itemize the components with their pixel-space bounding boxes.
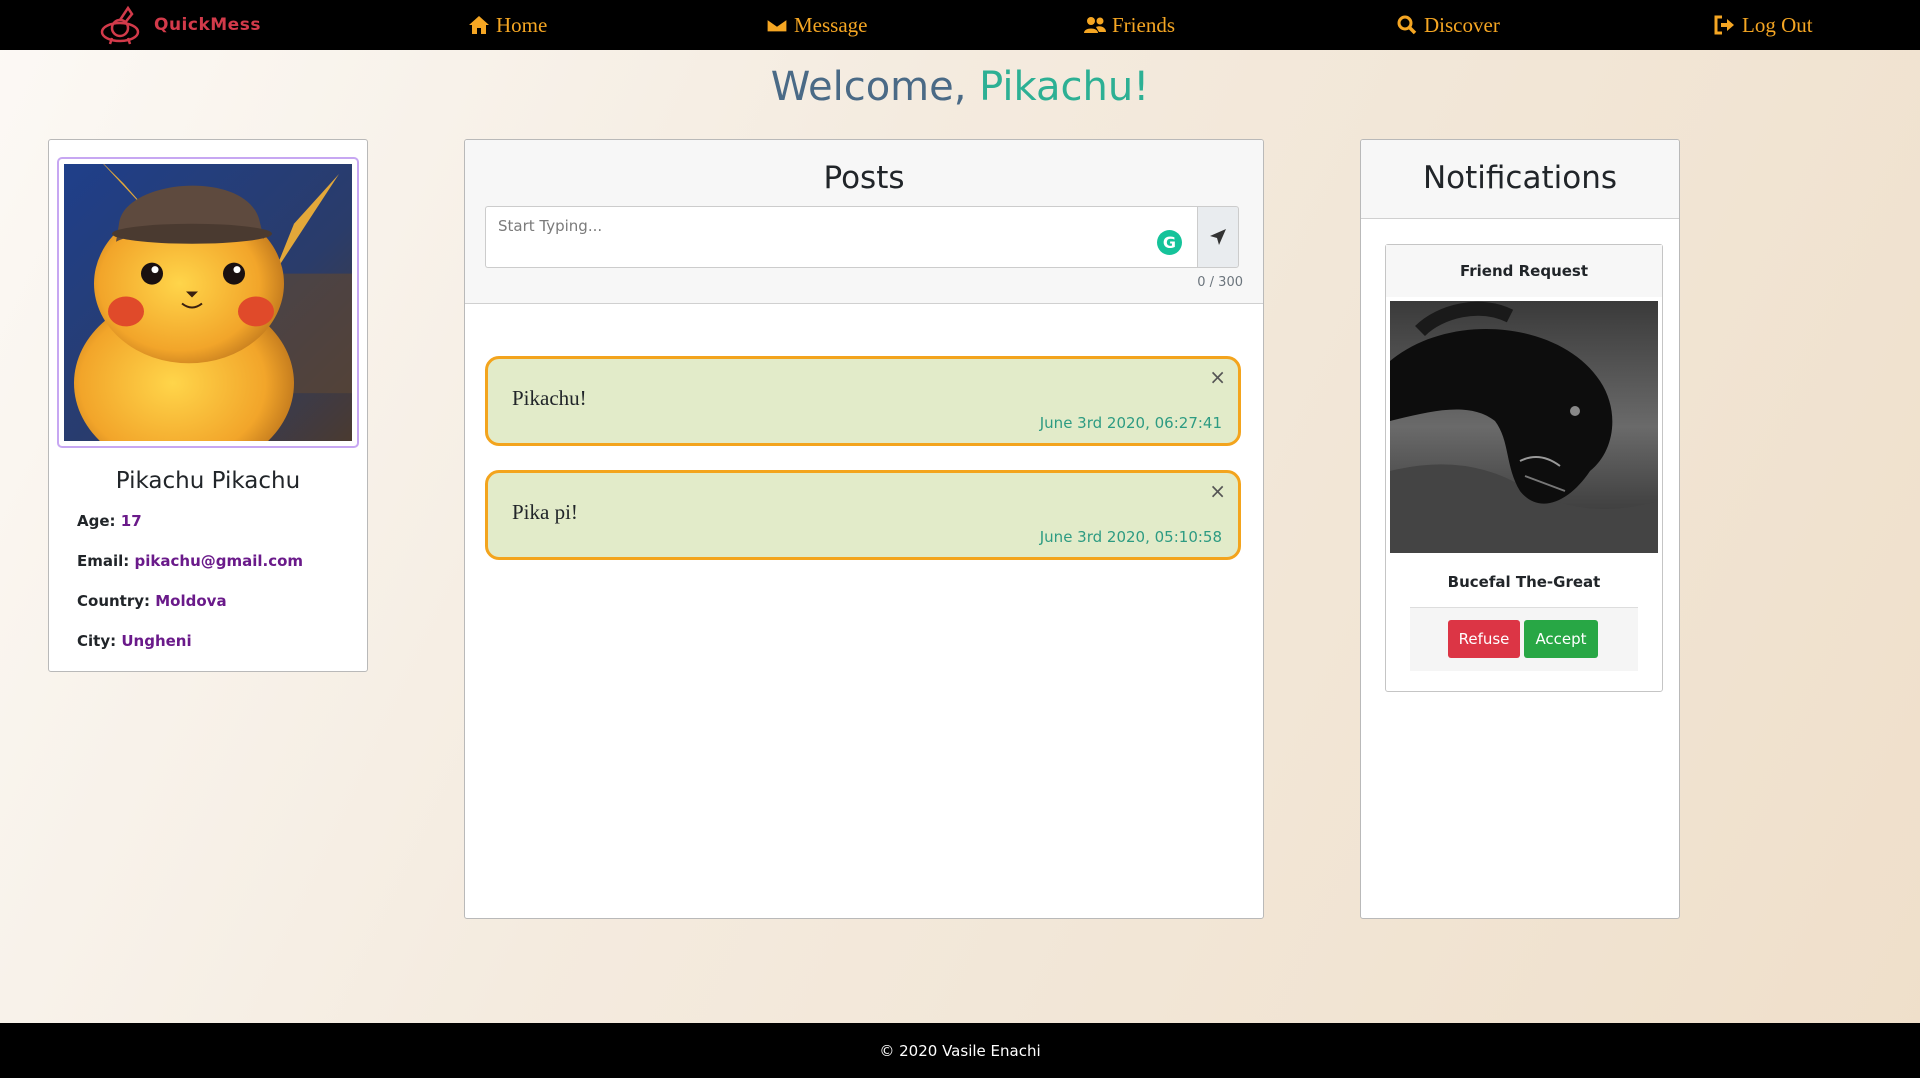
brand-logo[interactable]: QuickMess	[98, 4, 261, 46]
close-icon[interactable]: ×	[1209, 367, 1226, 387]
close-icon[interactable]: ×	[1209, 481, 1226, 501]
posts-card: Posts G 0 / 300 Pikachu! × June 3rd 2020…	[464, 139, 1264, 919]
country-value: Moldova	[155, 592, 227, 610]
friend-request-name: Bucefal The-Great	[1447, 573, 1601, 591]
welcome-username: Pikachu!	[979, 64, 1150, 110]
post-text: Pikachu!	[512, 386, 587, 410]
nav-friends[interactable]: Friends	[1084, 10, 1175, 40]
posts-header: Posts G 0 / 300	[465, 140, 1263, 304]
posts-title: Posts	[823, 160, 905, 196]
email-label: Email:	[77, 552, 130, 570]
nav-home-label: Home	[496, 12, 548, 37]
nav-message[interactable]: Message	[766, 10, 867, 40]
post-item: Pikachu! × June 3rd 2020, 06:27:41	[485, 356, 1241, 446]
nav-discover[interactable]: Discover	[1396, 10, 1500, 40]
footer: © 2020 Vasile Enachi	[0, 1023, 1920, 1080]
age-label: Age:	[77, 512, 116, 530]
city-value: Ungheni	[121, 632, 192, 650]
post-item: Pika pi! × June 3rd 2020, 05:10:58	[485, 470, 1241, 560]
profile-email: Email: pikachu@gmail.com	[77, 552, 303, 570]
envelope-icon	[766, 18, 788, 33]
email-value: pikachu@gmail.com	[134, 552, 304, 570]
welcome-prefix: Welcome,	[770, 64, 967, 110]
nav-friends-label: Friends	[1112, 12, 1175, 37]
grammarly-icon[interactable]: G	[1157, 230, 1182, 255]
notifications-card: Notifications Friend Request Bucefal The…	[1360, 139, 1680, 919]
char-counter: 0 / 300	[1197, 275, 1243, 290]
accept-button[interactable]: Accept	[1524, 620, 1598, 658]
profile-card: Pikachu Pikachu Age: 17 Email: pikachu@g…	[48, 139, 368, 672]
avatar-frame	[57, 157, 359, 448]
send-post-button[interactable]	[1197, 206, 1239, 268]
friend-request-actions: Refuse Accept	[1410, 607, 1638, 671]
friend-request-heading: Friend Request	[1386, 245, 1662, 297]
notifications-header: Notifications	[1361, 140, 1679, 219]
nav-logout[interactable]: Log Out	[1714, 10, 1813, 40]
avatar[interactable]	[64, 164, 352, 441]
welcome-heading: Welcome, Pikachu!	[0, 64, 1920, 110]
city-label: City:	[77, 632, 117, 650]
footer-copyright: © 2020 Vasile Enachi	[879, 1042, 1041, 1060]
home-icon	[469, 16, 489, 34]
navbar: QuickMess Home Message Friends Discover …	[0, 0, 1920, 50]
profile-age: Age: 17	[77, 512, 142, 530]
post-date: June 3rd 2020, 05:10:58	[1039, 528, 1222, 546]
quickmess-logo-icon	[100, 5, 140, 45]
search-icon	[1397, 15, 1417, 35]
friend-request-avatar[interactable]	[1390, 301, 1658, 553]
profile-city: City: Ungheni	[77, 632, 192, 650]
nav-logout-label: Log Out	[1742, 12, 1813, 37]
profile-country: Country: Moldova	[77, 592, 227, 610]
age-value: 17	[120, 512, 142, 530]
nav-discover-label: Discover	[1424, 12, 1500, 37]
refuse-button[interactable]: Refuse	[1448, 620, 1520, 658]
country-label: Country:	[77, 592, 151, 610]
post-input[interactable]	[485, 206, 1197, 268]
post-date: June 3rd 2020, 06:27:41	[1039, 414, 1222, 432]
users-icon	[1084, 17, 1106, 33]
brand-name: QuickMess	[154, 15, 261, 35]
sign-out-icon	[1714, 15, 1734, 35]
profile-name: Pikachu Pikachu	[115, 468, 301, 494]
post-text: Pika pi!	[512, 500, 578, 524]
location-arrow-icon	[1210, 229, 1226, 245]
nav-message-label: Message	[794, 12, 868, 37]
notifications-title: Notifications	[1422, 160, 1618, 196]
friend-request-card: Friend Request Bucefal The-Great Refuse …	[1385, 244, 1663, 692]
nav-home[interactable]: Home	[468, 10, 547, 40]
